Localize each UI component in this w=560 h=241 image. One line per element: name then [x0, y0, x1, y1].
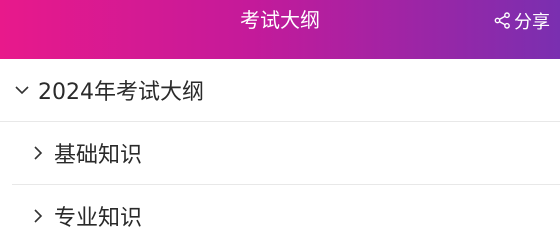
share-icon: [494, 12, 511, 29]
share-label: 分享: [514, 11, 550, 33]
outline-list: 2024年考试大纲 基础知识 专业知识: [0, 59, 560, 241]
outline-item-label: 基础知识: [54, 143, 143, 168]
chevron-down-icon: [14, 82, 30, 98]
outline-item-label: 专业知识: [54, 206, 143, 231]
page-title: 考试大纲: [240, 8, 320, 32]
outline-item-professional-knowledge[interactable]: 专业知识: [0, 185, 560, 241]
outline-section-label: 2024年考试大纲: [38, 80, 204, 105]
outline-item-basic-knowledge[interactable]: 基础知识: [0, 122, 560, 184]
chevron-right-icon: [30, 145, 46, 161]
chevron-right-icon: [30, 208, 46, 224]
app-header: 考试大纲 分享: [0, 0, 560, 59]
share-button[interactable]: 分享: [494, 0, 550, 41]
outline-section-2024[interactable]: 2024年考试大纲: [0, 59, 560, 121]
